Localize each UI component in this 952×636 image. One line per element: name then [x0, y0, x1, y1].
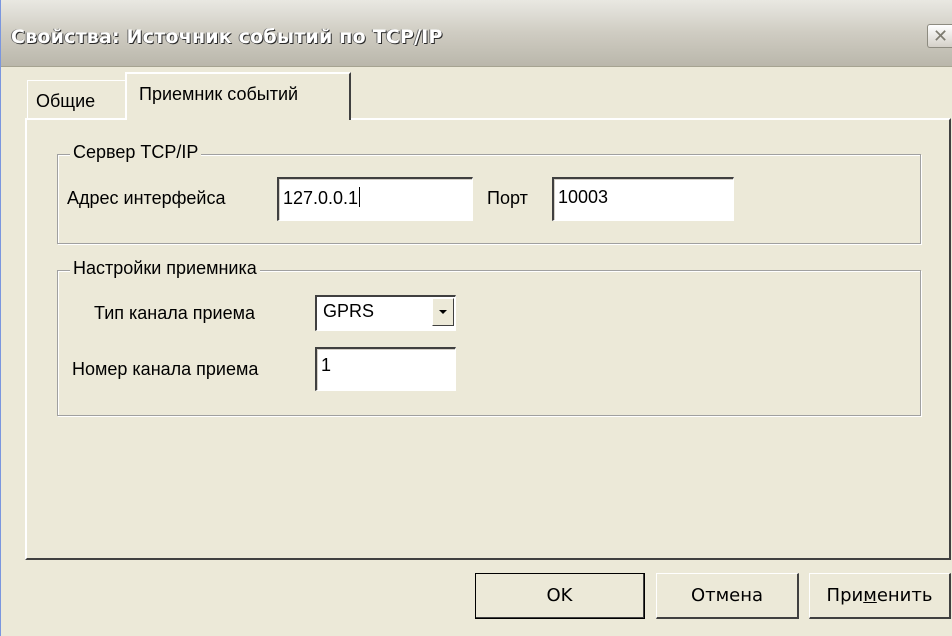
channel-number-label: Номер канала приема	[72, 359, 259, 379]
ok-button[interactable]: OK	[475, 573, 645, 619]
tab-general-label: Общие	[36, 91, 96, 111]
apply-button[interactable]: Применить	[809, 573, 951, 619]
port-input[interactable]: 10003	[552, 177, 734, 221]
chevron-down-icon	[439, 310, 447, 314]
port-label: Порт	[487, 188, 528, 208]
title-bar[interactable]: Свойства: Источник событий по TCP/IP ✕	[1, 0, 952, 67]
port-value: 10003	[558, 187, 609, 207]
text-caret	[359, 187, 361, 207]
interface-address-input[interactable]: 127.0.0.1	[277, 177, 473, 221]
tcp-ip-server-group: Сервер TCP/IP Адрес интерфейса 127.0.0.1…	[57, 142, 921, 244]
receiver-settings-legend: Настройки приемника	[70, 258, 260, 279]
interface-address-value: 127.0.0.1	[283, 188, 359, 208]
cancel-button[interactable]: Отмена	[656, 573, 799, 619]
interface-address-label: Адрес интерфейса	[67, 188, 226, 208]
dropdown-button[interactable]	[432, 298, 454, 326]
channel-type-select[interactable]: GPRS	[315, 295, 456, 331]
apply-button-label: Применить	[826, 585, 933, 606]
channel-type-label: Тип канала приема	[94, 303, 255, 323]
receiver-settings-group: Настройки приемника Тип канала приема GP…	[57, 258, 921, 416]
ok-button-label: OK	[546, 585, 573, 606]
channel-number-value: 1	[321, 355, 332, 375]
tab-panel-event-receiver: Сервер TCP/IP Адрес интерфейса 127.0.0.1…	[25, 118, 951, 560]
cancel-button-label: Отмена	[690, 585, 764, 606]
close-icon: ✕	[932, 25, 949, 46]
channel-type-value: GPRS	[323, 301, 375, 321]
properties-dialog: Свойства: Источник событий по TCP/IP ✕ О…	[0, 0, 952, 636]
close-button[interactable]: ✕	[927, 24, 952, 48]
tab-general[interactable]: Общие	[27, 80, 129, 118]
tab-event-receiver[interactable]: Приемник событий	[125, 72, 351, 120]
window-title: Свойства: Источник событий по TCP/IP	[11, 26, 443, 48]
tab-event-receiver-label: Приемник событий	[139, 84, 299, 104]
tcp-ip-server-legend: Сервер TCP/IP	[70, 142, 202, 163]
channel-number-input[interactable]: 1	[315, 347, 456, 391]
